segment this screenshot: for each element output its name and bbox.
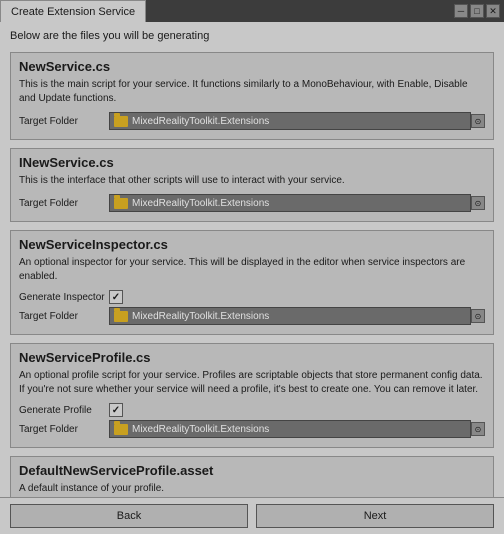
checkbox-3[interactable]: ✓ bbox=[109, 403, 123, 417]
next-button[interactable]: Next bbox=[256, 504, 494, 528]
back-button[interactable]: Back bbox=[10, 504, 248, 528]
close-icon: ✕ bbox=[489, 6, 497, 17]
folder-text-2: MixedRealityToolkit.Extensions bbox=[132, 311, 466, 322]
target-folder-label-2: Target Folder bbox=[19, 311, 109, 322]
folder-browse-btn-3[interactable]: ⊙ bbox=[471, 422, 485, 436]
subtitle: Below are the files you will be generati… bbox=[10, 30, 494, 42]
folder-input-3[interactable]: MixedRealityToolkit.Extensions bbox=[109, 420, 471, 438]
minimize-icon: ─ bbox=[458, 6, 464, 16]
section-desc-0: This is the main script for your service… bbox=[19, 78, 485, 106]
section-title-1: INewService.cs bbox=[19, 155, 485, 170]
sections-container: NewService.cs This is the main script for… bbox=[10, 52, 494, 497]
target-folder-row-3: Target Folder MixedRealityToolkit.Extens… bbox=[19, 420, 485, 438]
section-new-service-cs: NewService.cs This is the main script for… bbox=[10, 52, 494, 140]
folder-btn-icon-1: ⊙ bbox=[475, 199, 482, 208]
checkbox-label-2: Generate Inspector bbox=[19, 292, 109, 303]
section-title-2: NewServiceInspector.cs bbox=[19, 237, 485, 252]
section-title-4: DefaultNewServiceProfile.asset bbox=[19, 463, 485, 478]
maximize-button[interactable]: □ bbox=[470, 4, 484, 18]
checkbox-row-3: Generate Profile ✓ bbox=[19, 403, 485, 417]
folder-text-3: MixedRealityToolkit.Extensions bbox=[132, 424, 466, 435]
section-desc-1: This is the interface that other scripts… bbox=[19, 174, 485, 188]
target-folder-row-1: Target Folder MixedRealityToolkit.Extens… bbox=[19, 194, 485, 212]
section-new-service-inspector-cs: NewServiceInspector.cs An optional inspec… bbox=[10, 230, 494, 335]
checkbox-row-2: Generate Inspector ✓ bbox=[19, 290, 485, 304]
target-folder-row-0: Target Folder MixedRealityToolkit.Extens… bbox=[19, 112, 485, 130]
main-content: Below are the files you will be generati… bbox=[0, 22, 504, 497]
checkmark-2: ✓ bbox=[112, 292, 120, 303]
section-title-0: NewService.cs bbox=[19, 59, 485, 74]
folder-browse-btn-1[interactable]: ⊙ bbox=[471, 196, 485, 210]
window: Create Extension Service ─ □ ✕ Below are… bbox=[0, 0, 504, 534]
window-tab[interactable]: Create Extension Service bbox=[0, 0, 146, 22]
window-tab-label: Create Extension Service bbox=[11, 6, 135, 18]
close-button[interactable]: ✕ bbox=[486, 4, 500, 18]
checkmark-3: ✓ bbox=[112, 405, 120, 416]
folder-browse-btn-2[interactable]: ⊙ bbox=[471, 309, 485, 323]
target-folder-label-0: Target Folder bbox=[19, 116, 109, 127]
target-folder-label-1: Target Folder bbox=[19, 198, 109, 209]
title-bar: Create Extension Service ─ □ ✕ bbox=[0, 0, 504, 22]
folder-input-1[interactable]: MixedRealityToolkit.Extensions bbox=[109, 194, 471, 212]
section-title-3: NewServiceProfile.cs bbox=[19, 350, 485, 365]
section-desc-2: An optional inspector for your service. … bbox=[19, 256, 485, 284]
folder-icon-1 bbox=[114, 198, 128, 209]
checkbox-label-3: Generate Profile bbox=[19, 405, 109, 416]
title-bar-controls: ─ □ ✕ bbox=[454, 0, 504, 22]
target-folder-label-3: Target Folder bbox=[19, 424, 109, 435]
folder-text-1: MixedRealityToolkit.Extensions bbox=[132, 198, 466, 209]
checkbox-2[interactable]: ✓ bbox=[109, 290, 123, 304]
target-folder-row-2: Target Folder MixedRealityToolkit.Extens… bbox=[19, 307, 485, 325]
minimize-button[interactable]: ─ bbox=[454, 4, 468, 18]
folder-icon-3 bbox=[114, 424, 128, 435]
folder-icon-0 bbox=[114, 116, 128, 127]
folder-text-0: MixedRealityToolkit.Extensions bbox=[132, 116, 466, 127]
footer: Back Next bbox=[0, 497, 504, 534]
section-new-service-profile-cs: NewServiceProfile.cs An optional profile … bbox=[10, 343, 494, 448]
section-default-new-service-profile-asset: DefaultNewServiceProfile.asset A default … bbox=[10, 456, 494, 497]
maximize-icon: □ bbox=[474, 6, 479, 16]
folder-input-0[interactable]: MixedRealityToolkit.Extensions bbox=[109, 112, 471, 130]
folder-btn-icon-3: ⊙ bbox=[475, 425, 482, 434]
folder-input-2[interactable]: MixedRealityToolkit.Extensions bbox=[109, 307, 471, 325]
folder-btn-icon-0: ⊙ bbox=[475, 117, 482, 126]
folder-icon-2 bbox=[114, 311, 128, 322]
section-inew-service-cs: INewService.cs This is the interface that… bbox=[10, 148, 494, 222]
folder-btn-icon-2: ⊙ bbox=[475, 312, 482, 321]
folder-browse-btn-0[interactable]: ⊙ bbox=[471, 114, 485, 128]
section-desc-4: A default instance of your profile. bbox=[19, 482, 485, 496]
section-desc-3: An optional profile script for your serv… bbox=[19, 369, 485, 397]
